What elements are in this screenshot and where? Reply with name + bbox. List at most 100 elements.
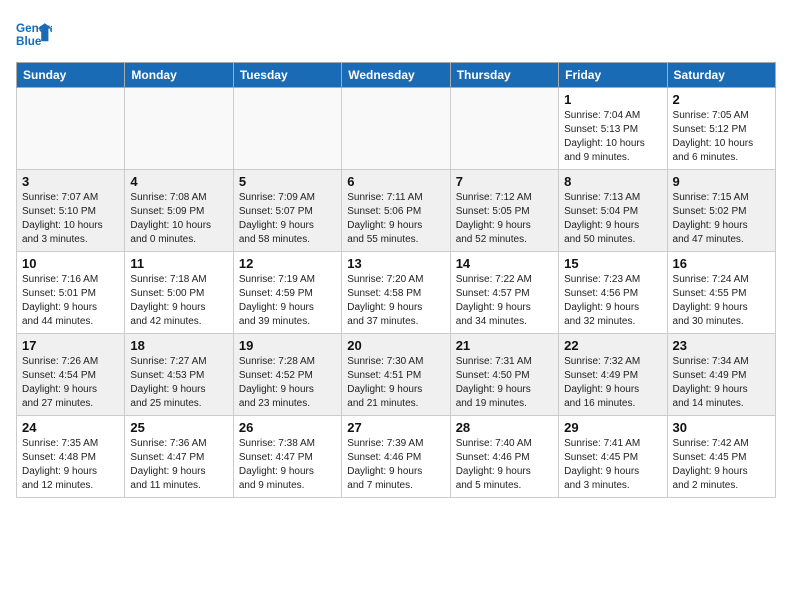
day-number: 2 <box>673 92 770 107</box>
day-number: 24 <box>22 420 119 435</box>
weekday-header-thursday: Thursday <box>450 63 558 88</box>
calendar-cell: 4 Sunrise: 7:08 AM Sunset: 5:09 PM Daylig… <box>125 170 233 252</box>
calendar-cell: 3 Sunrise: 7:07 AM Sunset: 5:10 PM Daylig… <box>17 170 125 252</box>
calendar-cell: 1 Sunrise: 7:04 AM Sunset: 5:13 PM Daylig… <box>559 88 667 170</box>
day-number: 30 <box>673 420 770 435</box>
day-info: Sunrise: 7:09 AM Sunset: 5:07 PM Dayligh… <box>239 191 336 247</box>
week-row-4: 17 Sunrise: 7:26 AM Sunset: 4:54 PM Dayli… <box>17 334 776 416</box>
calendar-cell: 24 Sunrise: 7:35 AM Sunset: 4:48 PM Dayli… <box>17 416 125 498</box>
weekday-header-monday: Monday <box>125 63 233 88</box>
day-number: 8 <box>564 174 661 189</box>
week-row-3: 10Sunrise: 7:16 AM Sunset: 5:01 PM Dayli… <box>17 252 776 334</box>
calendar-cell <box>450 88 558 170</box>
day-number: 18 <box>130 338 227 353</box>
day-info: Sunrise: 7:22 AM Sunset: 4:57 PM Dayligh… <box>456 273 553 329</box>
calendar-cell: 22 Sunrise: 7:32 AM Sunset: 4:49 PM Dayli… <box>559 334 667 416</box>
calendar-cell: 18 Sunrise: 7:27 AM Sunset: 4:53 PM Dayli… <box>125 334 233 416</box>
day-info: Sunrise: 7:38 AM Sunset: 4:47 PM Dayligh… <box>239 437 336 493</box>
calendar-cell <box>342 88 450 170</box>
day-info: Sunrise: 7:40 AM Sunset: 4:46 PM Dayligh… <box>456 437 553 493</box>
calendar-cell: 30 Sunrise: 7:42 AM Sunset: 4:45 PM Dayli… <box>667 416 775 498</box>
week-row-5: 24 Sunrise: 7:35 AM Sunset: 4:48 PM Dayli… <box>17 416 776 498</box>
logo: General Blue <box>16 16 52 52</box>
week-row-2: 3 Sunrise: 7:07 AM Sunset: 5:10 PM Daylig… <box>17 170 776 252</box>
day-info: Sunrise: 7:30 AM Sunset: 4:51 PM Dayligh… <box>347 355 444 411</box>
day-number: 26 <box>239 420 336 435</box>
day-number: 15 <box>564 256 661 271</box>
day-number: 7 <box>456 174 553 189</box>
day-number: 19 <box>239 338 336 353</box>
day-number: 5 <box>239 174 336 189</box>
weekday-header-saturday: Saturday <box>667 63 775 88</box>
week-row-1: 1 Sunrise: 7:04 AM Sunset: 5:13 PM Daylig… <box>17 88 776 170</box>
page-header: General Blue <box>16 16 776 52</box>
day-info: Sunrise: 7:07 AM Sunset: 5:10 PM Dayligh… <box>22 191 119 247</box>
logo-icon: General Blue <box>16 16 52 52</box>
day-info: Sunrise: 7:39 AM Sunset: 4:46 PM Dayligh… <box>347 437 444 493</box>
day-number: 17 <box>22 338 119 353</box>
calendar-cell: 8 Sunrise: 7:13 AM Sunset: 5:04 PM Daylig… <box>559 170 667 252</box>
day-info: Sunrise: 7:04 AM Sunset: 5:13 PM Dayligh… <box>564 109 661 165</box>
calendar-cell: 15 Sunrise: 7:23 AM Sunset: 4:56 PM Dayli… <box>559 252 667 334</box>
calendar-cell: 23Sunrise: 7:34 AM Sunset: 4:49 PM Dayli… <box>667 334 775 416</box>
calendar-cell: 27 Sunrise: 7:39 AM Sunset: 4:46 PM Dayli… <box>342 416 450 498</box>
svg-text:Blue: Blue <box>16 35 42 48</box>
calendar-cell: 11Sunrise: 7:18 AM Sunset: 5:00 PM Dayli… <box>125 252 233 334</box>
day-info: Sunrise: 7:13 AM Sunset: 5:04 PM Dayligh… <box>564 191 661 247</box>
day-number: 9 <box>673 174 770 189</box>
day-info: Sunrise: 7:35 AM Sunset: 4:48 PM Dayligh… <box>22 437 119 493</box>
calendar-cell: 19 Sunrise: 7:28 AM Sunset: 4:52 PM Dayli… <box>233 334 341 416</box>
calendar-cell: 17 Sunrise: 7:26 AM Sunset: 4:54 PM Dayli… <box>17 334 125 416</box>
day-info: Sunrise: 7:15 AM Sunset: 5:02 PM Dayligh… <box>673 191 770 247</box>
calendar-cell: 21Sunrise: 7:31 AM Sunset: 4:50 PM Dayli… <box>450 334 558 416</box>
day-info: Sunrise: 7:08 AM Sunset: 5:09 PM Dayligh… <box>130 191 227 247</box>
day-number: 12 <box>239 256 336 271</box>
day-info: Sunrise: 7:23 AM Sunset: 4:56 PM Dayligh… <box>564 273 661 329</box>
day-info: Sunrise: 7:11 AM Sunset: 5:06 PM Dayligh… <box>347 191 444 247</box>
calendar-cell: 25 Sunrise: 7:36 AM Sunset: 4:47 PM Dayli… <box>125 416 233 498</box>
day-number: 20 <box>347 338 444 353</box>
day-info: Sunrise: 7:16 AM Sunset: 5:01 PM Dayligh… <box>22 273 119 329</box>
day-number: 23 <box>673 338 770 353</box>
day-info: Sunrise: 7:24 AM Sunset: 4:55 PM Dayligh… <box>673 273 770 329</box>
calendar-cell: 29 Sunrise: 7:41 AM Sunset: 4:45 PM Dayli… <box>559 416 667 498</box>
day-number: 1 <box>564 92 661 107</box>
day-number: 29 <box>564 420 661 435</box>
day-info: Sunrise: 7:27 AM Sunset: 4:53 PM Dayligh… <box>130 355 227 411</box>
day-number: 3 <box>22 174 119 189</box>
day-info: Sunrise: 7:20 AM Sunset: 4:58 PM Dayligh… <box>347 273 444 329</box>
calendar-cell: 13Sunrise: 7:20 AM Sunset: 4:58 PM Dayli… <box>342 252 450 334</box>
calendar-cell: 6Sunrise: 7:11 AM Sunset: 5:06 PM Daylig… <box>342 170 450 252</box>
day-info: Sunrise: 7:19 AM Sunset: 4:59 PM Dayligh… <box>239 273 336 329</box>
calendar-cell: 10Sunrise: 7:16 AM Sunset: 5:01 PM Dayli… <box>17 252 125 334</box>
day-info: Sunrise: 7:42 AM Sunset: 4:45 PM Dayligh… <box>673 437 770 493</box>
day-number: 4 <box>130 174 227 189</box>
day-info: Sunrise: 7:32 AM Sunset: 4:49 PM Dayligh… <box>564 355 661 411</box>
day-info: Sunrise: 7:12 AM Sunset: 5:05 PM Dayligh… <box>456 191 553 247</box>
day-number: 16 <box>673 256 770 271</box>
day-info: Sunrise: 7:18 AM Sunset: 5:00 PM Dayligh… <box>130 273 227 329</box>
calendar-cell: 14Sunrise: 7:22 AM Sunset: 4:57 PM Dayli… <box>450 252 558 334</box>
day-number: 21 <box>456 338 553 353</box>
calendar-cell: 7 Sunrise: 7:12 AM Sunset: 5:05 PM Daylig… <box>450 170 558 252</box>
calendar-cell: 28Sunrise: 7:40 AM Sunset: 4:46 PM Dayli… <box>450 416 558 498</box>
day-info: Sunrise: 7:26 AM Sunset: 4:54 PM Dayligh… <box>22 355 119 411</box>
day-number: 22 <box>564 338 661 353</box>
weekday-header-friday: Friday <box>559 63 667 88</box>
calendar-cell <box>233 88 341 170</box>
day-info: Sunrise: 7:05 AM Sunset: 5:12 PM Dayligh… <box>673 109 770 165</box>
day-number: 27 <box>347 420 444 435</box>
calendar-cell: 2 Sunrise: 7:05 AM Sunset: 5:12 PM Daylig… <box>667 88 775 170</box>
weekday-header-wednesday: Wednesday <box>342 63 450 88</box>
weekday-header-tuesday: Tuesday <box>233 63 341 88</box>
day-info: Sunrise: 7:36 AM Sunset: 4:47 PM Dayligh… <box>130 437 227 493</box>
calendar-cell <box>17 88 125 170</box>
weekday-header-row: SundayMondayTuesdayWednesdayThursdayFrid… <box>17 63 776 88</box>
day-number: 25 <box>130 420 227 435</box>
day-info: Sunrise: 7:41 AM Sunset: 4:45 PM Dayligh… <box>564 437 661 493</box>
calendar-cell: 20 Sunrise: 7:30 AM Sunset: 4:51 PM Dayli… <box>342 334 450 416</box>
calendar-cell: 16 Sunrise: 7:24 AM Sunset: 4:55 PM Dayli… <box>667 252 775 334</box>
calendar-cell <box>125 88 233 170</box>
day-info: Sunrise: 7:28 AM Sunset: 4:52 PM Dayligh… <box>239 355 336 411</box>
calendar-table: SundayMondayTuesdayWednesdayThursdayFrid… <box>16 62 776 498</box>
